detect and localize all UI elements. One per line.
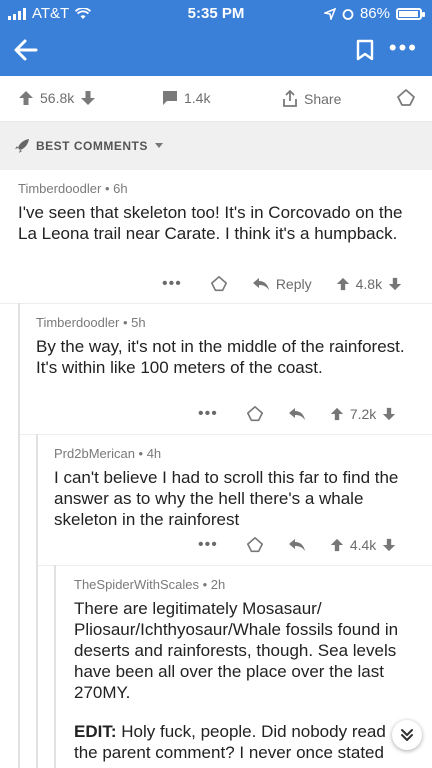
reply-button[interactable] [288,538,306,552]
alarm-icon [342,8,354,20]
sort-bar: BEST COMMENTS [0,122,432,170]
downvote-icon[interactable] [80,90,96,106]
upvote-icon[interactable] [18,90,34,106]
comment-divider [20,434,432,435]
award-icon [246,405,263,422]
comment-icon [163,91,177,105]
downvote-icon[interactable] [382,538,396,552]
award-icon [210,275,227,292]
post-vote-group: 56.8k [18,90,96,106]
reply-label: Reply [275,276,312,292]
save-bookmark-icon[interactable] [354,38,376,62]
comment-1-actions: ••• Reply 4.8k [162,275,402,293]
upvote-icon[interactable] [330,538,344,552]
award-icon[interactable] [396,88,416,108]
post-vote-count: 56.8k [40,90,75,106]
edit-label: EDIT: [74,722,117,741]
comment-body: I can't believe I had to scroll this far… [54,468,399,529]
sort-label: BEST COMMENTS [36,139,148,153]
nav-bar: ••• [0,26,432,76]
comment-vote-count: 7.2k [349,406,377,422]
thread-line [18,303,20,768]
more-dots-icon[interactable]: ••• [162,275,182,293]
comment-vote-group: 4.8k [336,276,402,292]
rocket-icon [15,139,29,153]
upvote-icon[interactable] [336,277,350,291]
comment-divider [0,303,432,304]
battery-icon [396,7,425,20]
reply-arrow-icon [252,278,269,290]
more-dots-icon[interactable]: ••• [198,405,218,423]
share-button[interactable]: Share [282,90,341,108]
share-label: Share [304,91,342,107]
battery-percent: 86% [359,5,390,22]
comment-body: There are legitimately Mosasaur/ Pliosau… [74,599,399,702]
comment-author-meta[interactable]: TheSpiderWithScales • 2h [74,577,414,592]
comment-2: Timberdoodler • 5h By the way, it's not … [36,315,416,378]
comment-1: Timberdoodler • 6h I've seen that skelet… [18,181,418,244]
post-comments-button[interactable]: 1.4k [162,90,210,106]
downvote-icon[interactable] [388,277,402,291]
comment-3: Prd2bMerican • 4h I can't believe I had … [54,446,420,530]
reply-button[interactable]: Reply [252,276,312,292]
reply-arrow-icon [288,408,305,420]
award-button[interactable] [246,536,264,554]
comment-vote-count: 4.4k [349,537,377,553]
chevron-down-icon [154,143,163,148]
comment-vote-group: 4.4k [330,537,396,553]
downvote-icon[interactable] [382,407,396,421]
comment-author-meta[interactable]: Timberdoodler • 6h [18,181,418,196]
comment-2-actions: ••• 7.2k [198,405,396,423]
comment-vote-group: 7.2k [330,406,396,422]
back-arrow-icon[interactable] [12,36,40,64]
comment-author-meta[interactable]: Prd2bMerican • 4h [54,446,420,461]
scroll-next-comment-button[interactable] [392,720,422,750]
app-header: AT&T 5:35 PM 86% ••• [0,0,432,76]
award-button[interactable] [210,275,228,293]
comment-body: By the way, it's not in the middle of th… [36,337,405,377]
more-options-icon[interactable]: ••• [389,37,418,59]
comment-author-meta[interactable]: Timberdoodler • 5h [36,315,416,330]
double-chevron-down-icon [401,729,413,741]
post-comment-count: 1.4k [184,90,211,106]
status-bar: AT&T 5:35 PM 86% [0,0,432,26]
comment-divider [38,565,432,566]
share-icon [283,90,297,107]
location-icon [323,7,336,20]
thread-line [54,565,56,768]
award-button[interactable] [246,405,264,423]
comment-body: I've seen that skeleton too! It's in Cor… [18,203,403,243]
comment-4: TheSpiderWithScales • 2h There are legit… [74,577,414,763]
reply-button[interactable] [288,407,306,421]
thread-line [36,434,38,768]
more-dots-icon[interactable]: ••• [198,536,218,554]
comment-edit: EDIT: Holy fuck, people. Did nobody read… [74,721,414,763]
edit-body: Holy fuck, people. Did nobody read the p… [74,722,386,762]
upvote-icon[interactable] [330,407,344,421]
comment-3-actions: ••• 4.4k [198,536,396,554]
reply-arrow-icon [288,539,305,551]
sort-dropdown[interactable]: BEST COMMENTS [14,138,164,154]
comment-vote-count: 4.8k [355,276,383,292]
post-action-bar: 56.8k 1.4k Share [0,76,432,122]
award-icon [246,536,263,553]
